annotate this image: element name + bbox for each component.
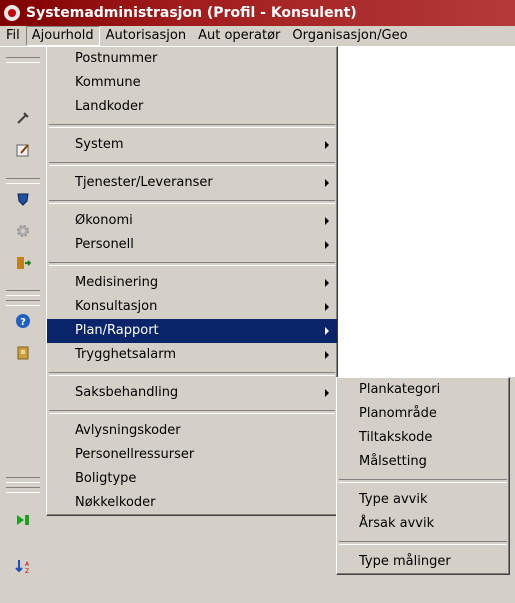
menu-item-label: System [75,137,124,152]
menu-item-tjenester-leveranser[interactable]: Tjenester/Leveranser [47,171,337,195]
side-toolbar: ? AZ [0,47,46,603]
menu-separator [49,372,335,376]
menu-item-label: Type målinger [359,554,451,569]
submenu-arrow-icon [325,241,329,249]
menubar-item-fil[interactable]: Fil [0,27,26,45]
menu-item-boligtype[interactable]: Boligtype [47,467,337,491]
menu-item-medisinering[interactable]: Medisinering [47,271,337,295]
tools-icon[interactable] [14,109,32,127]
submenu-item-tiltakskode[interactable]: Tiltakskode [337,426,509,450]
menu-item-landkoder[interactable]: Landkoder [47,95,337,119]
menu-item-label: Saksbehandling [75,385,179,400]
edit-icon[interactable] [14,141,32,159]
menu-item-label: Plankategori [359,382,441,397]
menu-item-avlysningskoder[interactable]: Avlysningskoder [47,419,337,443]
menu-item-nøkkelkoder[interactable]: Nøkkelkoder [47,491,337,515]
svg-text:?: ? [20,317,26,328]
menu-item-label: Postnummer [75,51,158,66]
menu-item-label: Målsetting [359,454,427,469]
submenu-arrow-icon [325,303,329,311]
menu-separator [49,200,335,204]
toolbar-separator [6,300,40,306]
menu-item-økonomi[interactable]: Økonomi [47,209,337,233]
toolbar-separator [6,487,40,493]
document-area [338,47,515,377]
submenu-arrow-icon [325,351,329,359]
toolbar-separator [6,477,40,483]
title-bar: Systemadministrasjon (Profil - Konsulent… [0,0,515,26]
submenu-item-type-målinger[interactable]: Type målinger [337,550,509,574]
menu-item-label: Landkoder [75,99,144,114]
menu-item-personellressurser[interactable]: Personellressurser [47,443,337,467]
submenu-arrow-icon [325,217,329,225]
menu-separator [339,479,507,483]
play-icon[interactable] [14,511,32,529]
menu-item-label: Trygghetsalarm [75,347,177,362]
book-icon[interactable] [14,344,32,362]
menu-separator [339,541,507,545]
help-icon[interactable]: ? [14,312,32,330]
menu-item-postnummer[interactable]: Postnummer [47,47,337,71]
menu-item-label: Kommune [75,75,141,90]
menubar-item-autorisasjon[interactable]: Autorisasjon [100,27,192,45]
menu-item-label: Plan/Rapport [75,323,159,338]
ajourhold-menu: Postnummer Kommune Landkoder System Tjeneste… [46,46,338,516]
menubar-item-ajourhold[interactable]: Ajourhold [25,26,100,46]
shield-icon[interactable] [14,190,32,208]
menu-item-label: Planområde [359,406,437,421]
submenu-item-plankategori[interactable]: Plankategori [337,378,509,402]
menu-separator [49,124,335,128]
menu-item-plan-rapport[interactable]: Plan/Rapport [47,319,337,343]
menu-separator [49,262,335,266]
submenu-arrow-icon [325,389,329,397]
svg-text:Z: Z [25,568,29,574]
menu-item-trygghetsalarm[interactable]: Trygghetsalarm [47,343,337,367]
menu-item-label: Personell [75,237,134,252]
menu-item-label: Nøkkelkoder [75,495,156,510]
window-title: Systemadministrasjon (Profil - Konsulent… [26,5,357,21]
gear-icon[interactable] [14,222,32,240]
menu-item-label: Type avvik [359,492,428,507]
menu-item-label: Medisinering [75,275,159,290]
menu-item-label: Avlysningskoder [75,423,181,438]
exit-icon[interactable] [14,254,32,272]
menu-item-kommune[interactable]: Kommune [47,71,337,95]
menu-item-label: Konsultasjon [75,299,158,314]
submenu-arrow-icon [325,141,329,149]
submenu-arrow-icon [325,279,329,287]
toolbar-separator [6,178,40,184]
menu-bar: Fil Ajourhold Autorisasjon Aut operatør Orga… [0,26,515,47]
toolbar-separator [6,57,40,63]
toolbar-separator [6,290,40,296]
submenu-arrow-icon [325,179,329,187]
menu-item-label: Økonomi [75,213,133,228]
menu-item-label: Tjenester/Leveranser [75,175,213,190]
menu-item-personell[interactable]: Personell [47,233,337,257]
menu-item-label: Boligtype [75,471,137,486]
submenu-arrow-icon [325,327,329,335]
submenu-item-planområde[interactable]: Planområde [337,402,509,426]
menu-item-system[interactable]: System [47,133,337,157]
menu-item-label: Tiltakskode [359,430,433,445]
menu-item-saksbehandling[interactable]: Saksbehandling [47,381,337,405]
menubar-item-aut-operatør[interactable]: Aut operatør [192,27,286,45]
submenu-item-type-avvik[interactable]: Type avvik [337,488,509,512]
menu-separator [49,162,335,166]
sort-icon[interactable]: AZ [14,557,32,575]
submenu-item-målsetting[interactable]: Målsetting [337,450,509,474]
menu-item-label: Årsak avvik [359,516,435,531]
app-icon [4,5,20,21]
plan-rapport-submenu: Plankategori Planområde Tiltakskode Målsett… [336,377,510,575]
svg-text:A: A [25,561,30,568]
menu-item-label: Personellressurser [75,447,195,462]
menubar-item-organisasjon-geo[interactable]: Organisasjon/Geo [286,27,413,45]
menu-separator [49,410,335,414]
submenu-item-årsak-avvik[interactable]: Årsak avvik [337,512,509,536]
menu-item-konsultasjon[interactable]: Konsultasjon [47,295,337,319]
